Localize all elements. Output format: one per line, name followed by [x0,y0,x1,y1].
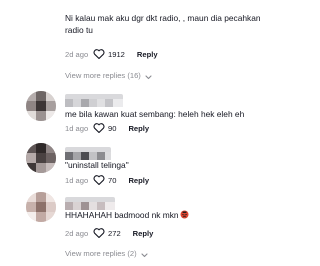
heart-outline-icon[interactable] [93,49,105,60]
comment-date: 1d ago [65,123,89,133]
avatar-image [26,192,56,222]
comment-text: HHAHAHAH badmood nk mkn [65,210,265,222]
reply-button[interactable]: Reply [128,124,149,133]
chevron-down-icon [145,73,152,80]
comment-text: me bila kawan kuat sembang: heleh hek el… [65,109,245,119]
like-count: 90 [108,123,117,133]
view-more-label: View more replies (16) [65,71,141,80]
angry-face-with-symbols-icon [180,210,189,219]
username-redaction-pattern [65,99,123,107]
like-count: 1912 [108,49,125,59]
comment-meta: 1d ago 90 Reply [65,122,149,134]
view-more-replies-button[interactable]: View more replies (2) [65,249,148,258]
comment-date: 2d ago [65,49,89,59]
view-more-replies-button[interactable]: View more replies (16) [65,71,152,80]
comment-text-body: HHAHAHAH badmood nk mkn [65,210,179,220]
comment-meta: 2d ago 1912 Reply [65,48,158,60]
username-redaction-pattern [65,202,115,210]
comment-date: 2d ago [65,228,89,238]
reply-button[interactable]: Reply [137,50,158,59]
reply-button[interactable]: Reply [128,176,149,185]
chevron-down-icon [141,251,148,258]
avatar[interactable] [26,143,56,173]
like-count: 272 [108,228,121,238]
comment-text: Ni kalau mak aku dgr dkt radio, , maun d… [65,13,261,35]
avatar-image [26,91,56,121]
comment-thread: Ni kalau mak aku dgr dkt radio, , maun d… [0,0,300,266]
comment-text: "uninstall telinga" [65,160,129,170]
comment-meta: 1d ago 70 Reply [65,174,149,186]
comment-meta: 2d ago 272 Reply [65,227,153,239]
heart-outline-icon[interactable] [93,175,105,186]
like-count: 70 [108,175,117,185]
reply-button[interactable]: Reply [133,229,154,238]
avatar-image [26,143,56,173]
view-more-label: View more replies (2) [65,249,137,258]
heart-outline-icon[interactable] [93,123,105,134]
username-redacted [65,94,123,107]
avatar[interactable] [26,91,56,121]
comment-date: 1d ago [65,175,89,185]
username-redaction-pattern [65,152,111,160]
username-redacted [65,197,115,210]
username-redacted [65,147,111,160]
heart-outline-icon[interactable] [93,228,105,239]
avatar[interactable] [26,192,56,222]
